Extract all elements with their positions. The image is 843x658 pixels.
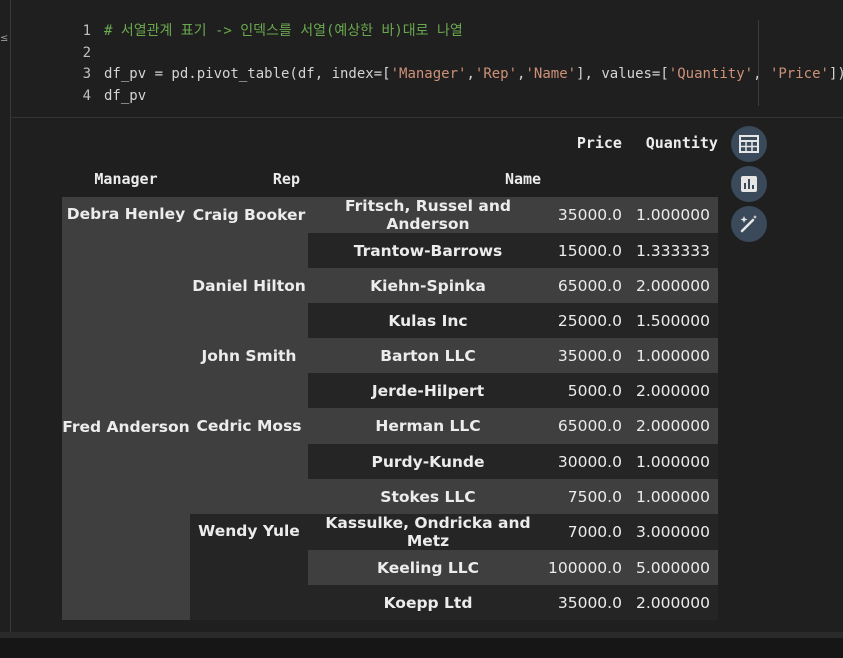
index-name-cell: Herman LLC <box>308 408 548 444</box>
magic-wand-icon <box>740 215 757 233</box>
code-token: , <box>753 66 770 82</box>
convert-to-table-button[interactable] <box>731 126 767 162</box>
code-token: [ <box>660 66 669 82</box>
code-token: [ <box>382 66 391 82</box>
index-name-cell: Kassulke, Ondricka and Metz <box>308 514 548 550</box>
quantity-cell: 2.000000 <box>621 268 718 303</box>
line-number: 2 <box>82 45 91 61</box>
index-rep <box>190 479 308 514</box>
header-blank <box>621 161 718 197</box>
quantity-cell: 1.500000 <box>621 303 718 338</box>
quantity-cell: 1.000000 <box>621 338 718 373</box>
code-string: 'Price' <box>769 66 829 82</box>
left-gutter <box>0 0 10 632</box>
header-blank <box>308 125 548 161</box>
next-cell-area <box>0 638 843 658</box>
output-action-buttons <box>731 126 769 246</box>
table-row: Fred Anderson Trantow-Barrows 15000.0 1.… <box>62 233 718 620</box>
code-token: df_pv <box>104 88 147 104</box>
collapse-glyph[interactable]: ≤ <box>0 33 8 44</box>
price-cell: 30000.0 <box>548 444 622 479</box>
index-manager: Debra Henley <box>62 197 190 233</box>
code-string: 'Rep' <box>474 66 518 82</box>
code-token: , <box>466 66 475 82</box>
line-number: 1 <box>82 23 91 39</box>
index-name-cell: Jerde-Hilpert <box>308 373 548 408</box>
index-rep <box>190 444 308 479</box>
index-name-name: Name <box>308 161 548 197</box>
quantity-cell: 1.000000 <box>621 479 718 514</box>
generate-code-button[interactable] <box>731 206 767 242</box>
quantity-cell: 2.000000 <box>621 585 718 620</box>
quantity-cell: 3.000000 <box>621 514 718 550</box>
code-line-2: 2 <box>10 42 104 64</box>
code-string: 'Quantity' <box>668 66 754 82</box>
code-token: df_pv = pd.pivot_table(df, index= <box>104 66 383 82</box>
price-cell: 7500.0 <box>548 479 622 514</box>
code-string: 'Name' <box>525 66 577 82</box>
line-number: 3 <box>82 66 91 82</box>
index-name-cell: Fritsch, Russel and Anderson <box>308 197 548 233</box>
price-cell: 65000.0 <box>548 408 622 444</box>
header-blank <box>190 125 308 161</box>
code-comment: # 서열관계 표기 -> 인덱스를 서열(예상한 바)대로 나열 <box>104 23 463 39</box>
quantity-cell: 2.000000 <box>621 373 718 408</box>
line-number: 4 <box>82 88 91 104</box>
output-separator <box>10 117 843 118</box>
price-cell: 35000.0 <box>548 197 622 233</box>
price-cell: 5000.0 <box>548 373 622 408</box>
code-token: , values= <box>584 66 661 82</box>
quantity-cell: 1.000000 <box>621 197 718 233</box>
index-name-cell: Barton LLC <box>308 338 548 373</box>
index-rep: Cedric Moss <box>190 408 308 444</box>
index-rep <box>190 373 308 408</box>
index-rep <box>190 233 308 268</box>
index-rep: Wendy Yule <box>190 514 308 620</box>
index-name-cell: Trantow-Barrows <box>308 233 548 268</box>
price-cell: 7000.0 <box>548 514 622 550</box>
code-string: 'Manager' <box>390 66 467 82</box>
column-header-quantity: Quantity <box>621 125 718 161</box>
code-line-1: 1 # 서열관계 표기 -> 인덱스를 서열(예상한 바)대로 나열 <box>10 20 463 42</box>
index-rep: Daniel Hilton <box>190 268 308 303</box>
price-cell: 15000.0 <box>548 233 622 268</box>
index-name-cell: Kulas Inc <box>308 303 548 338</box>
pivot-table-output: Price Quantity Manager Rep Name Debra He… <box>62 125 718 620</box>
price-cell: 35000.0 <box>548 338 622 373</box>
price-cell: 25000.0 <box>548 303 622 338</box>
code-line-4: 4 df_pv <box>10 85 147 107</box>
quantity-cell: 1.000000 <box>621 444 718 479</box>
code-token: ] <box>576 66 585 82</box>
code-line-3: 3 df_pv = pd.pivot_table(df, index=['Mana… <box>10 63 843 85</box>
ruler-line <box>758 20 759 106</box>
price-cell: 100000.0 <box>548 550 622 585</box>
header-blank <box>62 125 190 161</box>
index-rep <box>190 303 308 338</box>
index-name-rep: Rep <box>190 161 308 197</box>
index-name-cell: Kiehn-Spinka <box>308 268 548 303</box>
table-row: Debra Henley Craig Booker Fritsch, Russe… <box>62 197 718 233</box>
code-editor[interactable]: 1 # 서열관계 표기 -> 인덱스를 서열(예상한 바)대로 나열 2 3 df_… <box>10 16 843 116</box>
bar-chart-icon <box>741 176 757 192</box>
code-token: ) <box>837 66 843 82</box>
quantity-cell: 1.333333 <box>621 233 718 268</box>
price-cell: 65000.0 <box>548 268 622 303</box>
index-name-manager: Manager <box>62 161 190 197</box>
column-header-price: Price <box>548 125 622 161</box>
header-blank <box>548 161 622 197</box>
index-name-cell: Stokes LLC <box>308 479 548 514</box>
quantity-cell: 5.000000 <box>621 550 718 585</box>
price-cell: 35000.0 <box>548 585 622 620</box>
index-rep: Craig Booker <box>190 197 308 233</box>
index-name-cell: Koepp Ltd <box>308 585 548 620</box>
index-name-cell: Purdy-Kunde <box>308 444 548 479</box>
index-manager: Fred Anderson <box>62 233 190 620</box>
table-icon <box>739 135 759 153</box>
suggest-chart-button[interactable] <box>731 166 767 202</box>
quantity-cell: 2.000000 <box>621 408 718 444</box>
index-rep: John Smith <box>190 338 308 373</box>
index-name-cell: Keeling LLC <box>308 550 548 585</box>
